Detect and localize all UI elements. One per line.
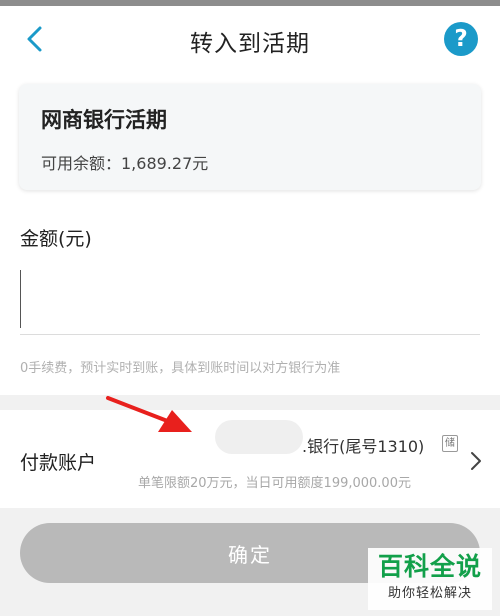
savings-card-badge: 储 xyxy=(442,435,458,452)
account-card: 网商银行活期 可用余额：1,689.27元 xyxy=(19,84,481,190)
account-name: 网商银行活期 xyxy=(41,108,167,132)
section-separator xyxy=(0,395,500,410)
amount-divider xyxy=(20,334,480,335)
chevron-right-icon xyxy=(471,452,481,470)
watermark-subtitle: 助你轻松解决 xyxy=(387,586,472,601)
fee-note: 0手续费，预计实时到账，具体到账时间以对方银行为准 xyxy=(20,361,341,376)
transfer-limit-note: 单笔限额20万元，当日可用额度199,000.00元 xyxy=(138,476,411,491)
payment-account-number: .银行(尾号1310) xyxy=(302,437,425,456)
payment-account-label: 付款账户 xyxy=(20,452,97,474)
red-arrow-icon xyxy=(106,396,192,432)
help-button[interactable]: ? xyxy=(444,22,478,56)
bank-logo-obscured xyxy=(215,420,303,454)
watermark-title: 百科全说 xyxy=(377,552,482,581)
payment-account-row[interactable]: 付款账户 .银行(尾号1310) 储 单笔限额20万元，当日可用额度199,00… xyxy=(0,410,500,508)
available-balance: 可用余额：1,689.27元 xyxy=(41,154,209,173)
amount-label: 金额(元) xyxy=(20,228,92,250)
amount-input[interactable] xyxy=(20,268,480,330)
page-title: 转入到活期 xyxy=(190,31,310,57)
question-mark-icon: ? xyxy=(454,26,468,52)
watermark: 百科全说 助你轻松解决 xyxy=(368,548,492,610)
header-bar: 转入到活期 ? xyxy=(0,6,500,74)
